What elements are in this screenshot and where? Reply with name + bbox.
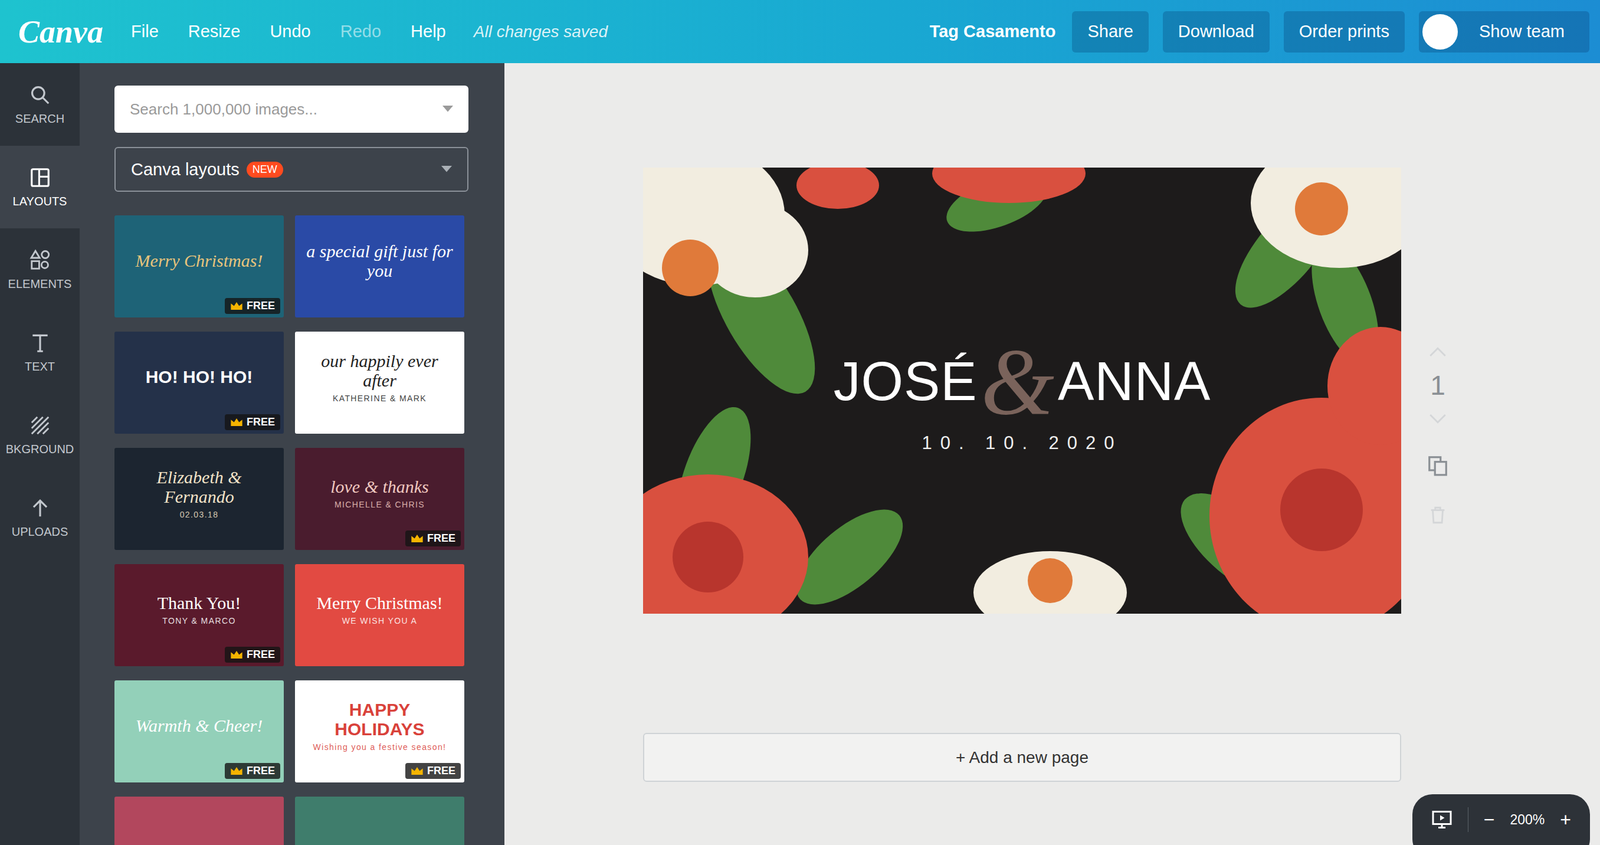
dropdown-arrow-icon <box>442 105 454 113</box>
rail-item[interactable]: UPLOADS <box>0 476 80 559</box>
crown-icon <box>230 766 244 776</box>
layouts-icon <box>28 166 52 189</box>
menu-bar: FileResizeUndoRedoHelp <box>116 21 461 42</box>
elements-icon <box>28 248 52 272</box>
text-icon <box>28 331 52 354</box>
layouts-panel: Search 1,000,000 images... Canva layoutsN… <box>79 63 505 845</box>
free-badge: FREE <box>224 297 281 314</box>
rail-item[interactable]: SEARCH <box>0 63 80 146</box>
menu-item[interactable]: Resize <box>173 21 256 42</box>
side-rail: SEARCHLAYOUTSELEMENTSTEXTBKGROUNDUPLOADS <box>0 63 80 845</box>
dropdown-arrow-icon <box>441 165 452 173</box>
rail-item[interactable]: LAYOUTS <box>0 145 80 229</box>
move-up-icon[interactable] <box>1427 344 1448 359</box>
layout-thumbnail[interactable]: a special gift just for you <box>294 215 465 318</box>
add-page-button[interactable]: + Add a new page <box>643 732 1402 782</box>
upload-icon <box>28 496 52 520</box>
page-controls: 1 <box>1420 167 1456 614</box>
page-number: 1 <box>1430 369 1446 402</box>
menu-item[interactable]: Help <box>395 21 461 42</box>
rail-item[interactable]: BKGROUND <box>0 393 80 477</box>
present-icon[interactable] <box>1431 808 1453 831</box>
rail-item[interactable]: TEXT <box>0 310 80 394</box>
canva-logo[interactable]: Canva <box>18 13 104 51</box>
menu-item[interactable]: Undo <box>254 21 326 42</box>
zoom-level[interactable]: 200% <box>1509 811 1545 828</box>
search-icon <box>28 83 52 107</box>
layout-thumbnail[interactable] <box>114 796 284 845</box>
crown-icon <box>410 533 424 543</box>
layout-thumbnail[interactable]: HAPPY HOLIDAYSWishing you a festive seas… <box>294 680 465 783</box>
zoom-in-button[interactable]: + <box>1559 808 1572 831</box>
layout-thumbnail[interactable] <box>294 796 465 845</box>
layouts-dropdown[interactable]: Canva layoutsNEW <box>114 146 469 192</box>
save-status: All changes saved <box>473 22 608 42</box>
free-badge: FREE <box>224 762 281 779</box>
new-badge: NEW <box>246 161 284 178</box>
layout-thumbnail[interactable]: our happily ever afterKATHERINE & MARK <box>294 331 465 434</box>
layout-thumbnail[interactable]: Thank You!TONY & MARCO FREE <box>114 564 284 667</box>
workspace: JOSÉ&ANNA10. 10. 20201+ Add a new page−2… <box>504 63 1600 845</box>
crown-icon <box>410 766 424 776</box>
delete-icon[interactable] <box>1427 505 1448 526</box>
free-badge: FREE <box>224 646 281 663</box>
ampersand[interactable]: & <box>981 339 1055 425</box>
design-title[interactable]: Tag Casamento <box>929 21 1057 42</box>
wedding-date[interactable]: 10. 10. 2020 <box>922 432 1123 454</box>
image-search-field[interactable]: Search 1,000,000 images... <box>114 85 469 133</box>
canva-editor: Canva FileResizeUndoRedoHelp All changes s… <box>0 0 1600 845</box>
menu-item[interactable]: Redo <box>325 21 396 42</box>
top-button[interactable]: Order prints <box>1283 11 1405 53</box>
rail-item[interactable]: ELEMENTS <box>0 228 80 311</box>
layout-thumbnail[interactable]: Merry Christmas!WE WISH YOU A <box>294 564 465 667</box>
layout-thumbnail[interactable]: Elizabeth & Fernando02.03.18 <box>114 447 284 550</box>
background-icon <box>28 414 52 437</box>
layout-thumbnail[interactable]: Warmth & Cheer! FREE <box>114 680 284 783</box>
zoom-control: −200% + <box>1412 794 1590 845</box>
top-button[interactable]: Download <box>1162 11 1270 53</box>
avatar-icon <box>1422 14 1458 50</box>
top-button[interactable]: Share <box>1071 11 1149 53</box>
free-badge: FREE <box>405 530 461 547</box>
show-team-button[interactable]: Show team <box>1418 11 1590 53</box>
crown-icon <box>230 650 244 659</box>
free-badge: FREE <box>405 762 461 779</box>
free-badge: FREE <box>224 414 281 431</box>
layout-thumbnail[interactable]: love & thanksMICHELLE & CHRIS FREE <box>294 447 465 550</box>
layout-thumbnail[interactable]: HO! HO! HO! FREE <box>114 331 284 434</box>
name-right[interactable]: ANNA <box>1057 351 1211 412</box>
layout-thumbnail[interactable]: Merry Christmas! FREE <box>114 215 284 318</box>
zoom-out-button[interactable]: − <box>1483 808 1495 831</box>
move-down-icon[interactable] <box>1427 411 1448 426</box>
crown-icon <box>230 301 244 311</box>
menu-item[interactable]: File <box>116 21 174 42</box>
duplicate-icon[interactable] <box>1426 454 1449 477</box>
layout-grid: Merry Christmas! FREEa special gift just… <box>114 215 505 845</box>
name-left[interactable]: JOSÉ <box>833 351 978 412</box>
top-bar: Canva FileResizeUndoRedoHelp All changes s… <box>0 0 1600 64</box>
design-page[interactable]: JOSÉ&ANNA 10. 10. 2020 <box>643 167 1402 614</box>
crown-icon <box>230 417 244 427</box>
